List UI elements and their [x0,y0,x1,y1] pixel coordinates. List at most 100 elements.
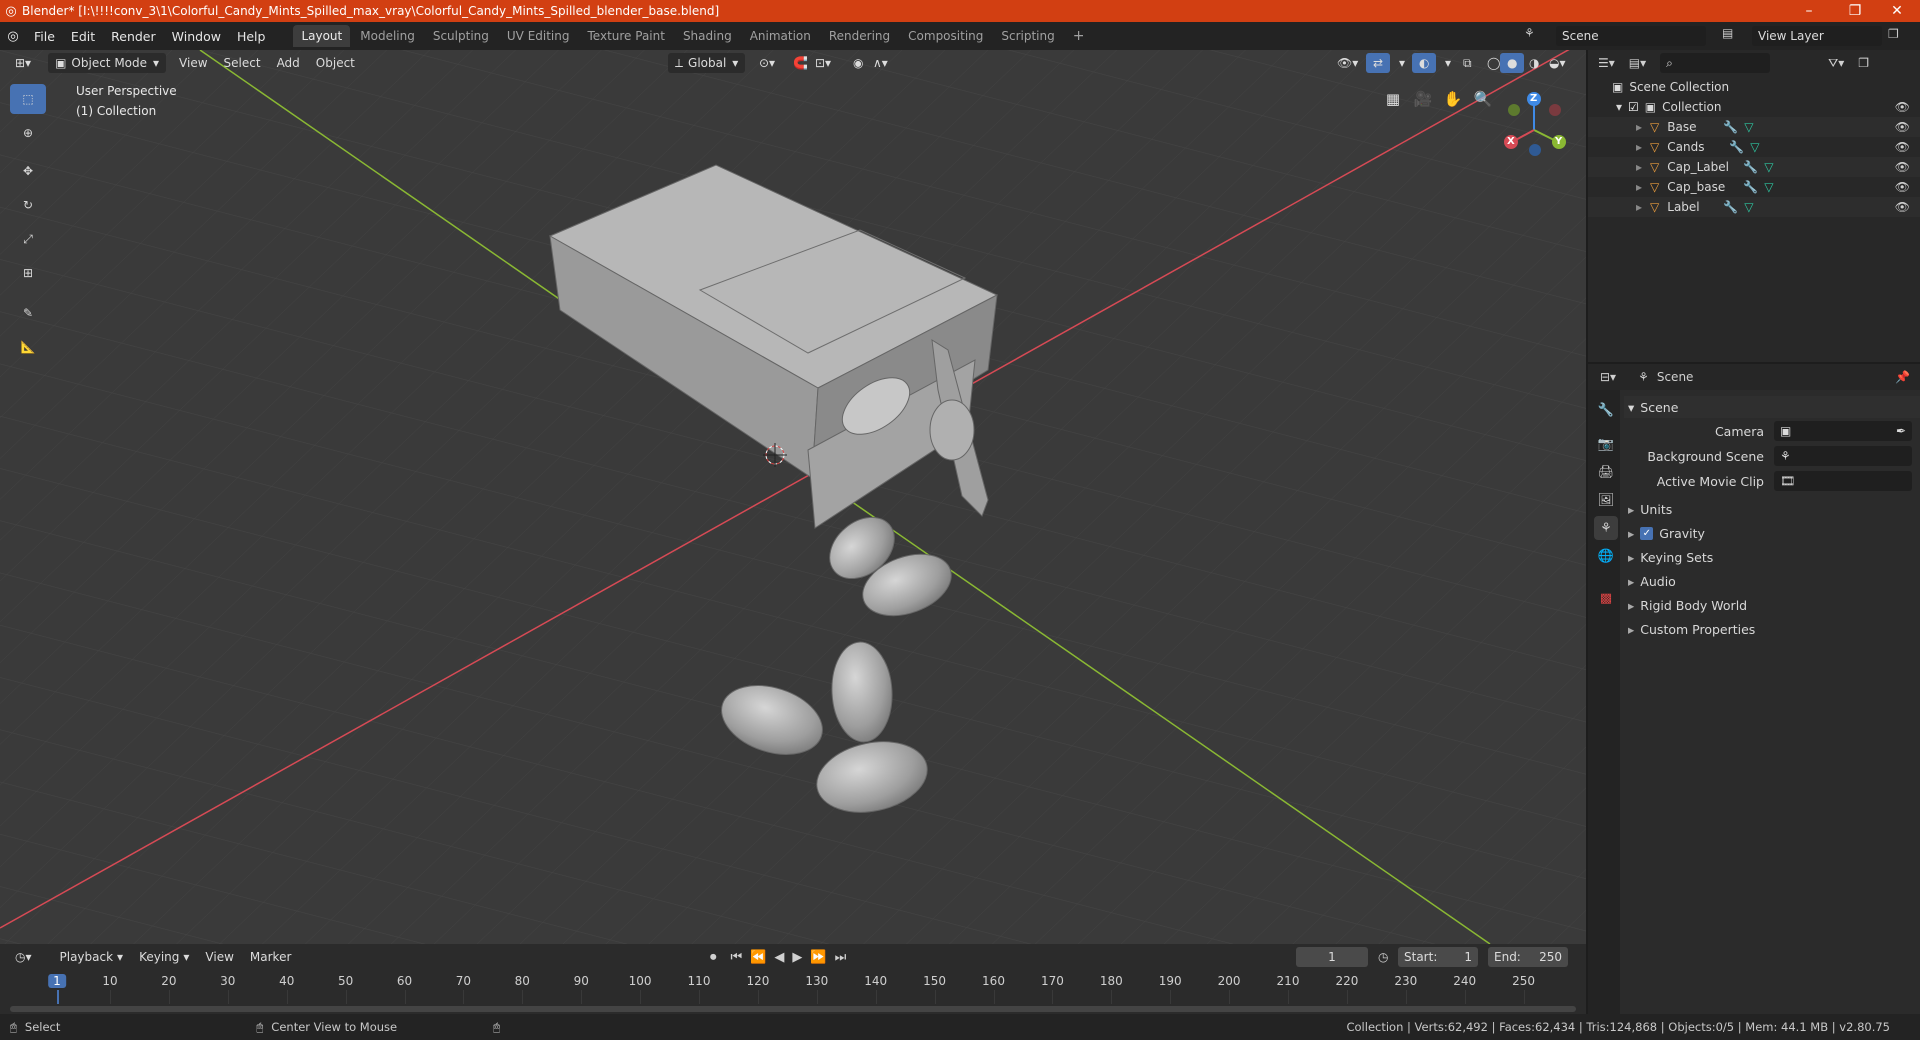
audio-panel-header[interactable]: ▸ Audio [1624,570,1920,592]
tab-modeling[interactable]: Modeling [352,25,423,47]
tool-settings-tab-icon[interactable]: 🔧 [1594,398,1618,422]
background-scene-field[interactable]: ⚘ [1774,446,1912,466]
pivot-point-icon[interactable]: ⊙▾ [752,53,782,73]
view-layer-field[interactable]: View Layer [1752,26,1882,46]
jump-end-icon[interactable]: ⏭ [835,950,847,965]
eye-icon[interactable]: 👁 [1895,100,1910,114]
display-mode-icon[interactable]: ▤▾ [1629,56,1646,70]
timeline-editor-type-icon[interactable]: ◷▾ [8,947,39,967]
play-icon[interactable]: ▶ [792,950,802,965]
menu-render[interactable]: Render [103,29,164,44]
xray-toggle-icon[interactable]: ⧉ [1456,53,1479,73]
units-panel-header[interactable]: ▸ Units [1624,498,1920,520]
new-view-layer-icon[interactable]: ❐ [1888,27,1899,41]
outliner-editor-type-icon[interactable]: ☰▾ [1598,56,1615,70]
filter-icon[interactable]: ⛛▾ [1828,56,1844,71]
timeline-menu-marker[interactable]: Marker [243,947,298,967]
tab-layout[interactable]: Layout [293,25,351,47]
eye-icon[interactable]: 👁 [1895,140,1910,154]
tab-uv-editing[interactable]: UV Editing [499,25,578,47]
menu-object[interactable]: Object [309,53,362,73]
scene-selector-icon[interactable]: ⚘ [1524,26,1535,40]
shading-rendered-icon[interactable]: ◒▾ [1542,53,1573,73]
shading-solid-icon[interactable]: ● [1500,53,1525,73]
gravity-checkbox[interactable]: ✓ [1640,526,1654,540]
menu-file[interactable]: File [26,29,63,44]
pin-icon[interactable]: 📌 [1895,370,1910,384]
add-workspace-icon[interactable]: + [1065,24,1093,48]
scale-tool[interactable]: ⤢ [10,224,46,254]
tab-scripting[interactable]: Scripting [993,25,1062,47]
outliner-row-scene-collection[interactable]: ▣ Scene Collection [1588,77,1920,97]
current-frame-field[interactable]: 1 [1296,947,1368,967]
tab-sculpting[interactable]: Sculpting [425,25,497,47]
outliner-row-object[interactable]: ▸ ▽ Cands 🔧 ▽ 👁 [1588,137,1920,157]
cursor-tool[interactable]: ⊕ [10,118,46,148]
eyedropper-icon[interactable]: ✒ [1896,424,1906,438]
gravity-panel-header[interactable]: ▸ ✓ Gravity [1624,522,1920,544]
next-keyframe-icon[interactable]: ⏩ [810,950,826,965]
tab-texture-paint[interactable]: Texture Paint [580,25,673,47]
annotate-tool[interactable]: ✎ [10,298,46,328]
world-tab-icon[interactable]: 🌐 [1594,544,1618,568]
outliner-row-object[interactable]: ▸ ▽ Base 🔧 ▽ 👁 [1588,117,1920,137]
eye-icon[interactable]: 👁 [1895,200,1910,214]
menu-window[interactable]: Window [164,29,229,44]
menu-view[interactable]: View [172,53,214,73]
menu-select[interactable]: Select [217,53,268,73]
editor-type-icon[interactable]: ⊞▾ [8,53,38,73]
move-tool[interactable]: ✥ [10,156,46,186]
menu-help[interactable]: Help [229,29,274,44]
output-tab-icon[interactable]: 🖨 [1594,460,1618,484]
view-layer-icon[interactable]: ▤ [1722,26,1733,40]
falloff-icon[interactable]: ∧▾ [866,53,895,73]
scene-panel-header[interactable]: ▾ Scene [1624,396,1920,418]
camera-field[interactable]: ▣ ✒ [1774,421,1912,441]
timeline-scrollbar[interactable] [10,1006,1576,1012]
gizmo-toggle-icon[interactable]: ⇄ [1366,53,1391,73]
texture-tab-icon[interactable]: ▩ [1594,586,1618,610]
outliner-row-collection[interactable]: ▾ ☑ ▣ Collection 👁 [1588,97,1920,117]
outliner-row-object[interactable]: ▸ ▽ Cap_Label 🔧 ▽ 👁 [1588,157,1920,177]
end-frame-field[interactable]: End: 250 [1488,947,1568,967]
tab-shading[interactable]: Shading [675,25,740,47]
active-movie-clip-field[interactable]: 🎞 [1774,471,1912,491]
visibility-selectability-icon[interactable]: 👁▾ [1330,53,1365,73]
blender-menu-icon[interactable]: ◎ [0,29,26,44]
expand-arrow-icon[interactable]: ▸ [1636,140,1642,154]
view-layer-tab-icon[interactable]: 🖼 [1594,488,1618,512]
scene-field[interactable]: Scene [1556,26,1706,46]
play-reverse-icon[interactable]: ◀ [774,950,784,965]
maximize-button[interactable]: ❐ [1832,0,1878,22]
keying-sets-panel-header[interactable]: ▸ Keying Sets [1624,546,1920,568]
timeline-menu-view[interactable]: View [198,947,240,967]
select-box-tool[interactable]: ⬚ [10,84,46,114]
outliner-search-input[interactable]: ⌕ [1660,53,1771,73]
camera-view-icon[interactable]: 🎥 [1410,86,1436,112]
3d-viewport[interactable]: Z Y X User Perspective (1) Collection ⬚ … [0,50,1586,944]
properties-editor-type-icon[interactable]: ⊟▾ [1600,370,1616,384]
menu-edit[interactable]: Edit [63,29,103,44]
zoom-icon[interactable]: 🔍 [1470,86,1496,112]
transform-orientation-dropdown[interactable]: ⟂ Global ▾ [668,53,746,73]
prev-keyframe-icon[interactable]: ⏪ [750,950,766,965]
gizmo-dropdown-icon[interactable]: ▾ [1392,53,1412,73]
rotate-tool[interactable]: ↻ [10,190,46,220]
collapse-arrow-icon[interactable]: ▾ [1616,100,1622,114]
tab-rendering[interactable]: Rendering [821,25,898,47]
jump-start-icon[interactable]: ⏮ [731,950,743,965]
timeline-menu-keying[interactable]: Keying ▾ [132,947,196,967]
pan-hand-icon[interactable]: ✋ [1440,86,1466,112]
timeline-menu-playback[interactable]: Playback ▾ [53,947,131,967]
eye-icon[interactable]: 👁 [1895,180,1910,194]
scene-tab-icon[interactable]: ⚘ [1594,516,1618,540]
render-tab-icon[interactable]: 📷 [1594,432,1618,456]
clock-icon[interactable]: ◷ [1378,950,1388,964]
snap-target-icon[interactable]: ⊡▾ [808,53,838,73]
eye-icon[interactable]: 👁 [1895,160,1910,174]
start-frame-field[interactable]: Start: 1 [1398,947,1478,967]
tab-animation[interactable]: Animation [742,25,819,47]
expand-arrow-icon[interactable]: ▸ [1636,180,1642,194]
custom-properties-panel-header[interactable]: ▸ Custom Properties [1624,618,1920,640]
minimize-button[interactable]: – [1786,0,1832,22]
